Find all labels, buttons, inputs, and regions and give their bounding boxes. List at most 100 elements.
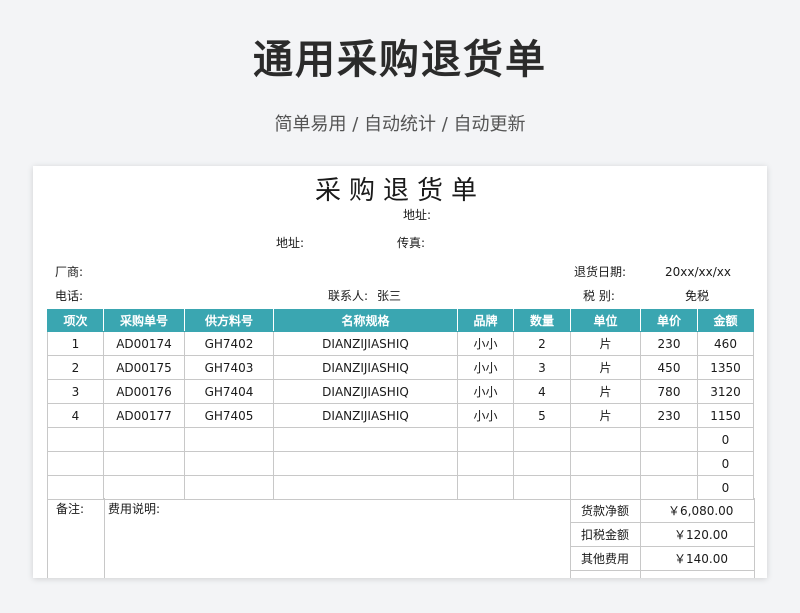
net-goods-value: ￥6,080.00: [668, 504, 734, 518]
col-header: 单价: [640, 309, 698, 332]
table-cell[interactable]: 小小: [457, 355, 514, 380]
contact-value: 张三: [377, 289, 402, 303]
table-cell[interactable]: [47, 427, 104, 452]
table-cell[interactable]: [640, 475, 698, 500]
tax-label: 税 别:: [583, 289, 615, 303]
table-cell[interactable]: DIANZIJIASHIQ: [273, 403, 458, 428]
col-header: 名称规格: [273, 309, 458, 332]
table-cell[interactable]: [273, 427, 458, 452]
table-cell[interactable]: GH7404: [184, 379, 274, 404]
table-cell[interactable]: 3: [513, 355, 571, 380]
contact-label: 联系人:: [328, 289, 369, 303]
table-cell[interactable]: AD00174: [103, 331, 185, 356]
table-cell[interactable]: 0: [697, 427, 754, 452]
table-cell[interactable]: 3120: [697, 379, 754, 404]
return-form-sheet: 采购退货单 地址: 地址: 传真: 厂商: 退货日期: 20xx/xx/xx 电…: [33, 166, 767, 578]
table-cell[interactable]: DIANZIJIASHIQ: [273, 355, 458, 380]
net-goods-label: 货款净额: [581, 504, 630, 518]
table-cell[interactable]: 460: [697, 331, 754, 356]
fax-label: 传真:: [397, 236, 426, 250]
table-row: 0: [47, 451, 754, 476]
table-cell[interactable]: GH7403: [184, 355, 274, 380]
table-cell[interactable]: [184, 475, 274, 500]
table-cell[interactable]: [47, 475, 104, 500]
table-row: 2 AD00175 GH7403 DIANZIJIASHIQ 小小 3 片 45…: [47, 355, 754, 380]
table-row: 0: [47, 427, 754, 452]
other-fees-label: 其他费用: [581, 552, 630, 566]
table-row: 4 AD00177 GH7405 DIANZIJIASHIQ 小小 5 片 23…: [47, 403, 754, 428]
tax-deduction-label: 扣税金额: [581, 528, 630, 542]
col-header: 单位: [570, 309, 641, 332]
table-cell[interactable]: 450: [640, 355, 698, 380]
table-cell[interactable]: 片: [570, 379, 641, 404]
table-cell[interactable]: [570, 475, 641, 500]
table-cell[interactable]: AD00177: [103, 403, 185, 428]
col-header: 项次: [47, 309, 104, 332]
table-cell[interactable]: 2: [47, 355, 104, 380]
table-cell[interactable]: [570, 427, 641, 452]
remarks-label: 备注:: [56, 502, 85, 516]
table-cell[interactable]: [457, 451, 514, 476]
table-cell[interactable]: AD00176: [103, 379, 185, 404]
col-header: 品牌: [457, 309, 514, 332]
table-cell[interactable]: [103, 427, 185, 452]
table-cell[interactable]: [103, 475, 185, 500]
footer-section: 备注: 费用说明: 货款净额 ￥6,080.00 扣税金额 ￥120.00 其他…: [47, 498, 755, 578]
fee-note-label: 费用说明:: [108, 502, 161, 516]
table-cell[interactable]: 小小: [457, 403, 514, 428]
table-cell[interactable]: [513, 427, 571, 452]
table-cell[interactable]: 片: [570, 355, 641, 380]
table-cell[interactable]: [47, 451, 104, 476]
table-cell[interactable]: GH7402: [184, 331, 274, 356]
table-cell[interactable]: [513, 475, 571, 500]
col-header: 供方料号: [184, 309, 274, 332]
table-cell[interactable]: [640, 427, 698, 452]
table-row: 0: [47, 475, 754, 500]
table-cell[interactable]: [184, 427, 274, 452]
table-cell[interactable]: [640, 451, 698, 476]
table-cell[interactable]: [513, 451, 571, 476]
table-cell[interactable]: 小小: [457, 331, 514, 356]
table-cell[interactable]: AD00175: [103, 355, 185, 380]
items-table: 项次 采购单号 供方料号 名称规格 品牌 数量 单位 单价 金额 1 AD001…: [47, 309, 754, 500]
table-cell[interactable]: 5: [513, 403, 571, 428]
table-cell[interactable]: [457, 427, 514, 452]
table-cell[interactable]: GH7405: [184, 403, 274, 428]
address-top-label: 地址:: [403, 208, 432, 222]
table-cell[interactable]: 1150: [697, 403, 754, 428]
table-cell[interactable]: 1: [47, 331, 104, 356]
table-cell[interactable]: 4: [47, 403, 104, 428]
table-cell[interactable]: [273, 451, 458, 476]
table-row: 3 AD00176 GH7404 DIANZIJIASHIQ 小小 4 片 78…: [47, 379, 754, 404]
table-cell[interactable]: 3: [47, 379, 104, 404]
table-cell[interactable]: [184, 451, 274, 476]
return-date-value: 20xx/xx/xx: [665, 265, 731, 279]
col-header: 金额: [697, 309, 754, 332]
table-row: 1 AD00174 GH7402 DIANZIJIASHIQ 小小 2 片 23…: [47, 331, 754, 356]
table-cell[interactable]: [103, 451, 185, 476]
table-cell[interactable]: [457, 475, 514, 500]
table-cell[interactable]: DIANZIJIASHIQ: [273, 331, 458, 356]
table-cell[interactable]: [570, 451, 641, 476]
table-cell[interactable]: 2: [513, 331, 571, 356]
table-cell[interactable]: 0: [697, 451, 754, 476]
col-header: 采购单号: [103, 309, 185, 332]
table-cell[interactable]: 片: [570, 331, 641, 356]
phone-label: 电话:: [55, 289, 84, 303]
form-title: 采购退货单: [314, 176, 485, 206]
page-title: 通用采购退货单: [253, 37, 547, 83]
col-header: 数量: [513, 309, 571, 332]
table-cell[interactable]: DIANZIJIASHIQ: [273, 379, 458, 404]
table-cell[interactable]: 小小: [457, 379, 514, 404]
other-fees-value: ￥140.00: [674, 552, 728, 566]
vendor-label: 厂商:: [55, 265, 84, 279]
table-cell[interactable]: 1350: [697, 355, 754, 380]
table-cell[interactable]: 片: [570, 403, 641, 428]
address-label: 地址:: [276, 236, 305, 250]
table-cell[interactable]: [273, 475, 458, 500]
table-cell[interactable]: 780: [640, 379, 698, 404]
table-cell[interactable]: 4: [513, 379, 571, 404]
table-cell[interactable]: 0: [697, 475, 754, 500]
table-cell[interactable]: 230: [640, 403, 698, 428]
table-cell[interactable]: 230: [640, 331, 698, 356]
